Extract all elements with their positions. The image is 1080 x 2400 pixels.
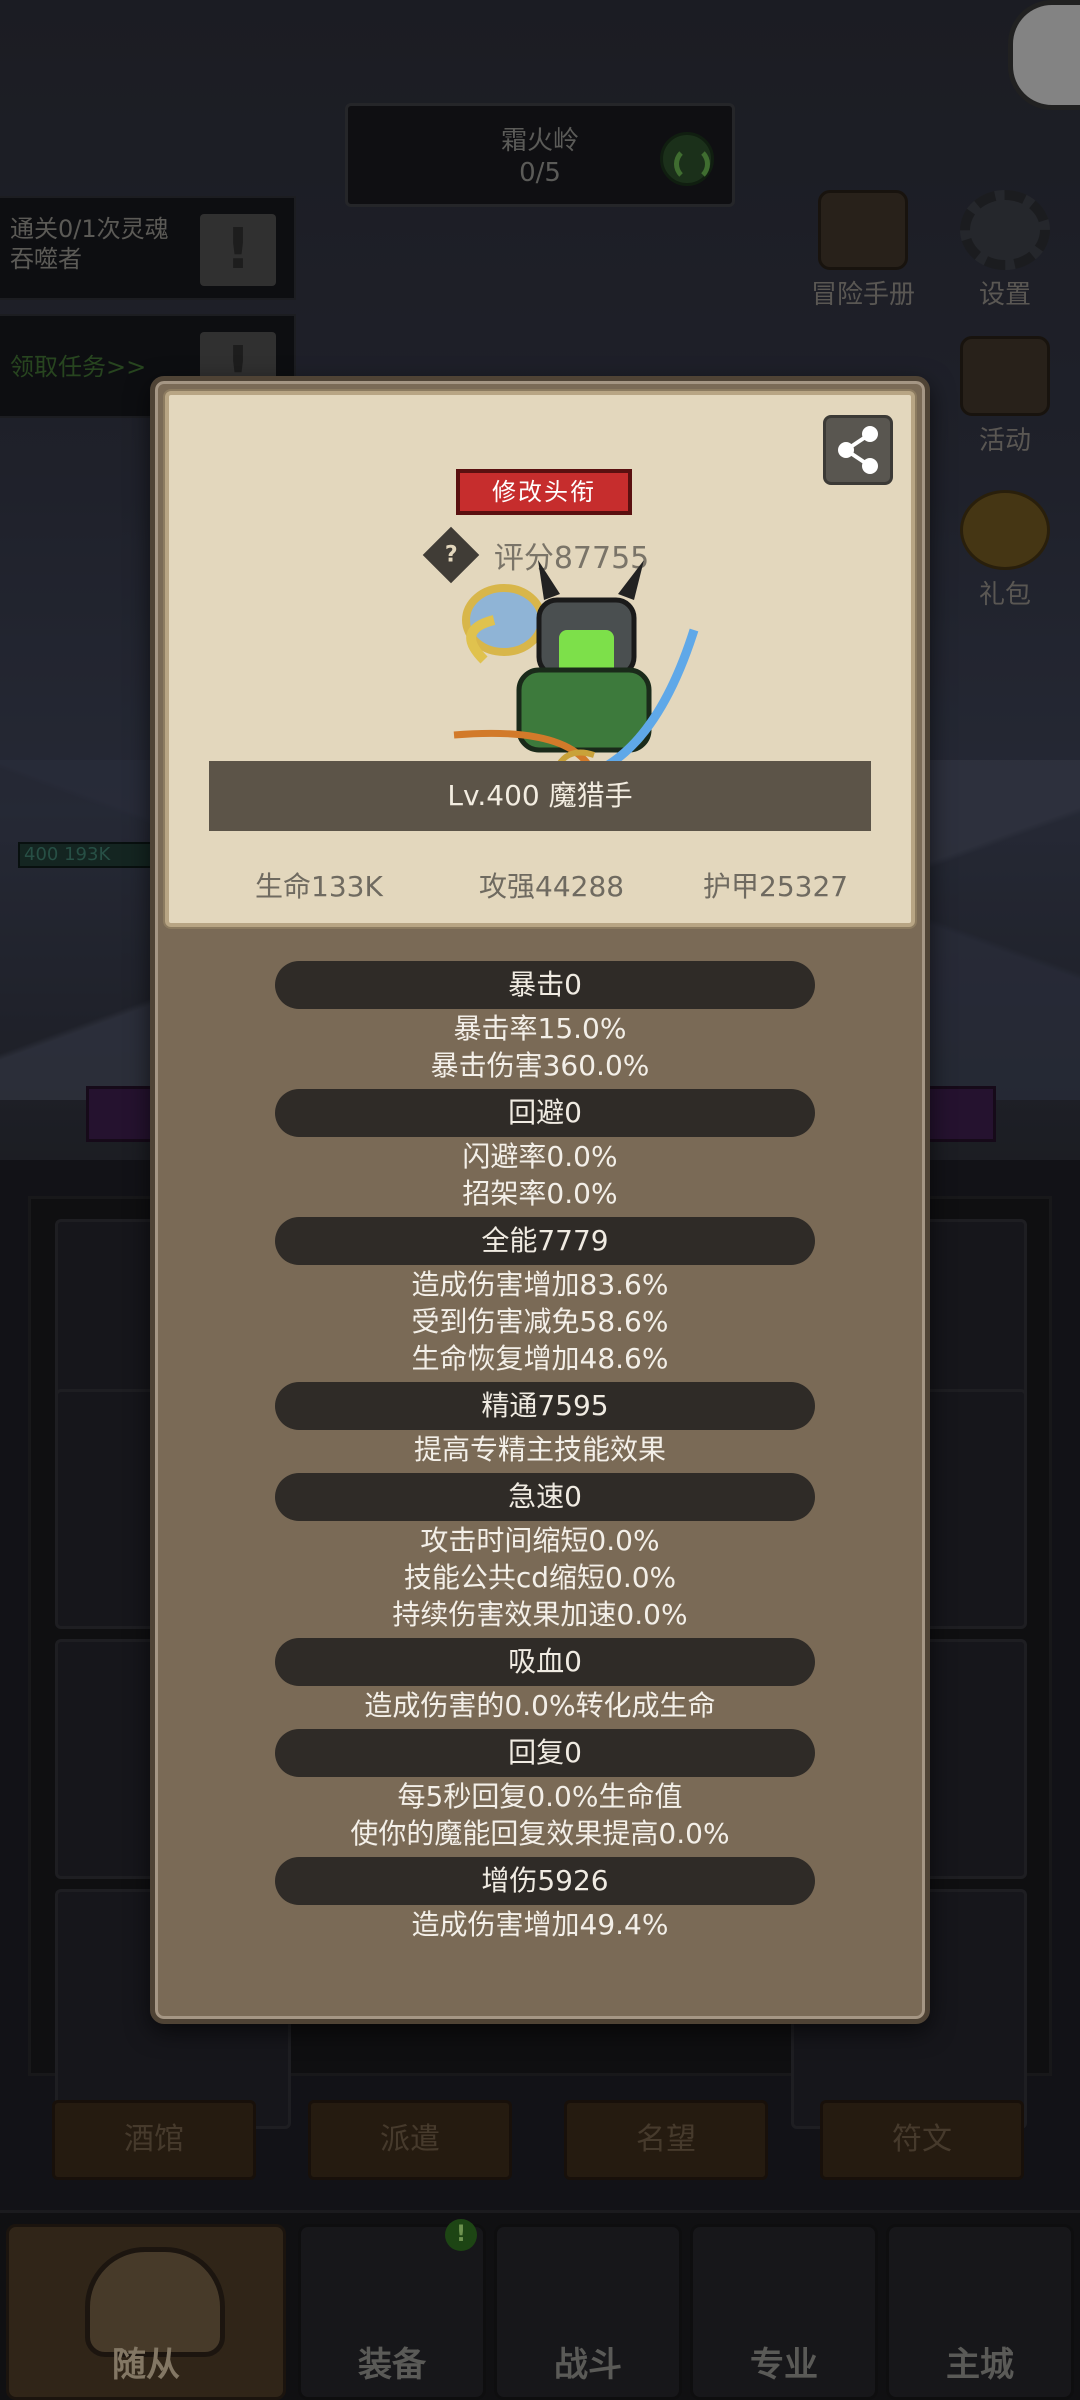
share-icon [838,426,878,474]
attribute-line: 攻击时间缩短0.0% [420,1524,660,1557]
attribute-line: 暴击率15.0% [453,1012,627,1045]
attribute-line: 造成伤害的0.0%转化成生命 [364,1689,716,1722]
attribute-header-crit: 暴击0 [275,961,815,1009]
stat-armor: 护甲25327 [703,870,849,903]
attribute-header-mastery: 精通7595 [275,1382,815,1430]
attribute-line: 每5秒回复0.0%生命值 [397,1780,683,1813]
attribute-line: 造成伤害增加49.4% [411,1908,669,1941]
character-info-modal: 修改头衔 ? 评分87755 Lv.400 魔猎手 生命133K 攻强44288… [150,376,930,2024]
attribute-line: 技能公共cd缩短0.0% [403,1561,677,1594]
attribute-header-avoidance: 回避0 [275,1089,815,1137]
attribute-header-haste: 急速0 [275,1473,815,1521]
attribute-line: 提高专精主技能效果 [413,1433,666,1466]
attribute-line: 生命恢复增加48.6% [411,1342,669,1375]
attribute-line: 暴击伤害360.0% [430,1049,650,1082]
stat-attack-power: 攻强44288 [479,870,625,903]
attribute-line: 闪避率0.0% [462,1140,618,1173]
attribute-header-lifesteal: 吸血0 [275,1638,815,1686]
attribute-line: 使你的魔能回复效果提高0.0% [350,1817,730,1850]
attribute-line: 受到伤害减免58.6% [411,1305,669,1338]
attribute-header-regen: 回复0 [275,1729,815,1777]
profile-card: 修改头衔 ? 评分87755 Lv.400 魔猎手 生命133K 攻强44288… [165,391,915,927]
character-name-banner: Lv.400 魔猎手 [209,761,871,831]
stat-hp: 生命133K [255,870,383,903]
attribute-header-damage-bonus: 增伤5926 [275,1857,815,1905]
share-button[interactable] [823,415,893,485]
attribute-header-versatility: 全能7779 [275,1217,815,1265]
attribute-line: 持续伤害效果加速0.0% [392,1598,688,1631]
attribute-line: 造成伤害增加83.6% [411,1268,669,1301]
hero-portrait [453,560,699,777]
attribute-line: 招架率0.0% [462,1177,618,1210]
edit-title-button[interactable]: 修改头衔 [456,469,632,515]
